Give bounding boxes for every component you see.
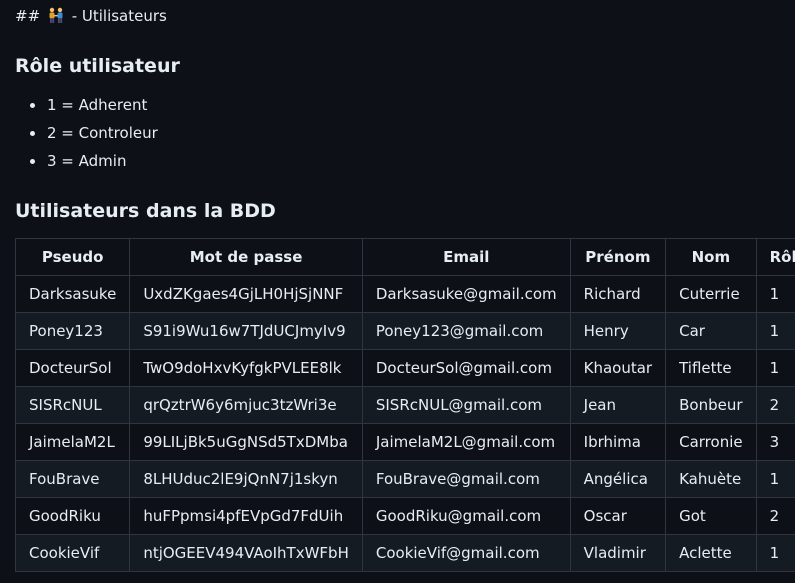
cell-role: 2 <box>755 386 795 424</box>
cell-pseudo: DocteurSol <box>14 349 131 387</box>
cell-role: 3 <box>755 423 795 461</box>
cell-role: 1 <box>755 349 795 387</box>
cell-pseudo: CookieVif <box>14 534 131 572</box>
cell-email: Darksasuke@gmail.com <box>361 275 571 313</box>
cell-role: 1 <box>755 460 795 498</box>
heading-prefix: ## <box>15 7 41 25</box>
column-header-email: Email <box>361 238 571 276</box>
cell-lastname: Cuterrie <box>665 275 757 313</box>
cell-email: CookieVif@gmail.com <box>361 534 571 572</box>
users-table-body: Darksasuke UxdZKgaes4GjLH0HjSjNNF Darksasu… <box>14 275 795 572</box>
table-row: CookieVif ntjOGEEV494VAoIhTxWFbH CookieVif… <box>14 534 795 572</box>
roles-title: Rôle utilisateur <box>15 55 180 77</box>
cell-password: ntjOGEEV494VAoIhTxWFbH <box>129 534 363 572</box>
cell-password: S91i9Wu16w7TJdUCJmyIv9 <box>129 312 363 350</box>
users-section-heading: ## - Utilisateurs <box>15 6 167 26</box>
cell-pseudo: Poney123 <box>14 312 131 350</box>
cell-email: GoodRiku@gmail.com <box>361 497 571 535</box>
column-header-firstname: Prénom <box>569 238 667 276</box>
table-row: SISRcNUL qrQztrW6y6mjuc3tzWri3e SISRcNUL@g… <box>14 386 795 424</box>
role-item-admin: 3 = Admin <box>30 147 158 175</box>
cell-firstname: Khaoutar <box>569 349 667 387</box>
cell-lastname: Got <box>665 497 757 535</box>
cell-firstname: Ibrhima <box>569 423 667 461</box>
role-item-adherent: 1 = Adherent <box>30 91 158 119</box>
column-header-lastname: Nom <box>665 238 757 276</box>
cell-password: UxdZKgaes4GjLH0HjSjNNF <box>129 275 363 313</box>
cell-firstname: Angélica <box>569 460 667 498</box>
cell-password: 8LHUduc2lE9jQnN7j1skyn <box>129 460 363 498</box>
cell-firstname: Jean <box>569 386 667 424</box>
column-header-pseudo: Pseudo <box>14 238 131 276</box>
table-row: Darksasuke UxdZKgaes4GjLH0HjSjNNF Darksasu… <box>14 275 795 313</box>
cell-email: DocteurSol@gmail.com <box>361 349 571 387</box>
cell-firstname: Vladimir <box>569 534 667 572</box>
cell-pseudo: SISRcNUL <box>14 386 131 424</box>
role-item-controleur: 2 = Controleur <box>30 119 158 147</box>
cell-email: JaimelaM2L@gmail.com <box>361 423 571 461</box>
column-header-role: Rôle <box>755 238 795 276</box>
table-row: Poney123 S91i9Wu16w7TJdUCJmyIv9 Poney123@g… <box>14 312 795 350</box>
table-row: GoodRiku huFPpmsi4pfEVpGd7FdUih GoodRiku@g… <box>14 497 795 535</box>
cell-firstname: Richard <box>569 275 667 313</box>
cell-password: TwO9doHxvKyfgkPVLEE8lk <box>129 349 363 387</box>
cell-role: 1 <box>755 275 795 313</box>
people-holding-hands-icon <box>47 7 65 23</box>
table-row: JaimelaM2L 99LILjBk5uGgNSd5TxDMba JaimelaM… <box>14 423 795 461</box>
cell-lastname: Tiflette <box>665 349 757 387</box>
cell-role: 2 <box>755 497 795 535</box>
users-table: Pseudo Mot de passe Email Prénom Nom Rôl… <box>14 238 795 572</box>
cell-firstname: Oscar <box>569 497 667 535</box>
cell-email: SISRcNUL@gmail.com <box>361 386 571 424</box>
cell-lastname: Bonbeur <box>665 386 757 424</box>
cell-pseudo: JaimelaM2L <box>14 423 131 461</box>
cell-password: qrQztrW6y6mjuc3tzWri3e <box>129 386 363 424</box>
cell-email: Poney123@gmail.com <box>361 312 571 350</box>
cell-lastname: Carronie <box>665 423 757 461</box>
cell-role: 1 <box>755 534 795 572</box>
cell-password: 99LILjBk5uGgNSd5TxDMba <box>129 423 363 461</box>
cell-password: huFPpmsi4pfEVpGd7FdUih <box>129 497 363 535</box>
cell-firstname: Henry <box>569 312 667 350</box>
table-row: FouBrave 8LHUduc2lE9jQnN7j1skyn FouBrave@g… <box>14 460 795 498</box>
cell-lastname: Kahuète <box>665 460 757 498</box>
column-header-password: Mot de passe <box>129 238 363 276</box>
cell-lastname: Aclette <box>665 534 757 572</box>
cell-email: FouBrave@gmail.com <box>361 460 571 498</box>
users-table-title: Utilisateurs dans la BDD <box>15 200 276 222</box>
cell-pseudo: FouBrave <box>14 460 131 498</box>
cell-pseudo: GoodRiku <box>14 497 131 535</box>
cell-role: 1 <box>755 312 795 350</box>
table-header-row: Pseudo Mot de passe Email Prénom Nom Rôl… <box>14 238 795 276</box>
cell-lastname: Car <box>665 312 757 350</box>
roles-list: 1 = Adherent 2 = Controleur 3 = Admin <box>15 91 158 175</box>
heading-text: - Utilisateurs <box>71 7 167 25</box>
cell-pseudo: Darksasuke <box>14 275 131 313</box>
table-row: DocteurSol TwO9doHxvKyfgkPVLEE8lk DocteurS… <box>14 349 795 387</box>
